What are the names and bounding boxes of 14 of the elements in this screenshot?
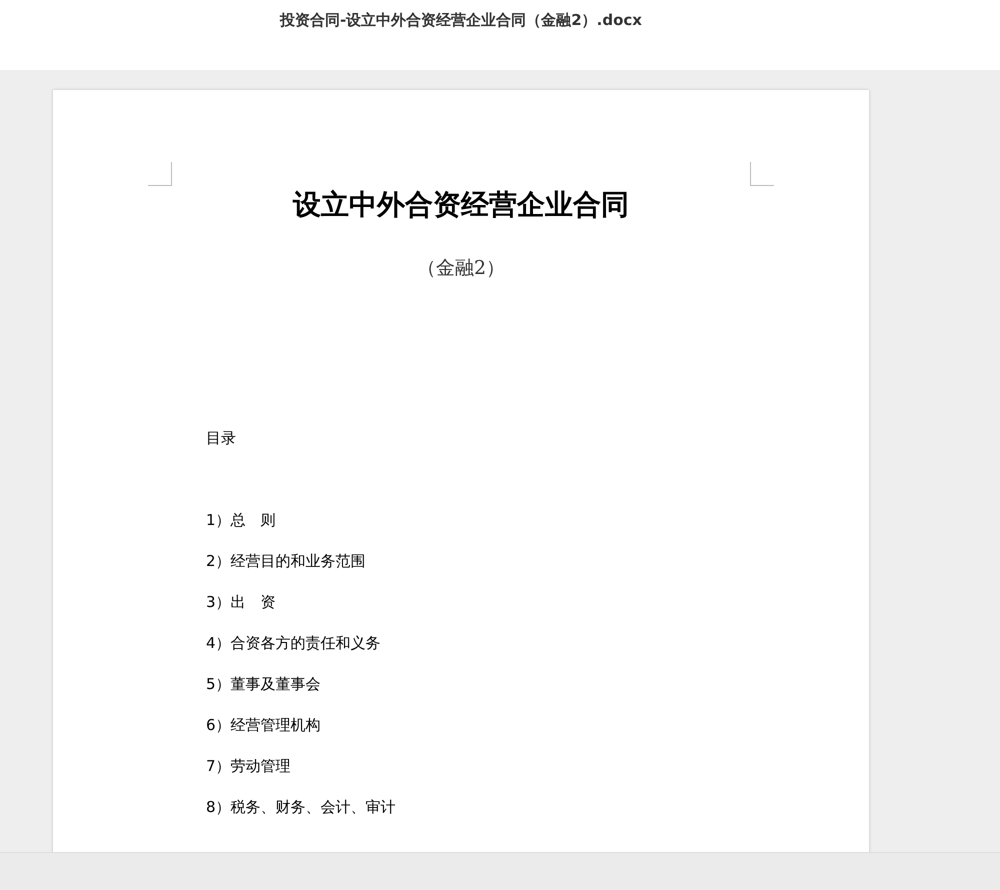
margin-corner-mark bbox=[148, 162, 172, 186]
toc-item: 5）董事及董事会 bbox=[206, 674, 322, 695]
toc-item: 1）总 则 bbox=[206, 510, 277, 531]
toc-item: 8）税务、财务、会计、审计 bbox=[206, 797, 397, 818]
margin-corner-mark bbox=[750, 162, 774, 186]
toc-item: 4）合资各方的责任和义务 bbox=[206, 633, 382, 654]
toc-item: 6）经营管理机构 bbox=[206, 715, 322, 736]
document-subtitle: （金融2） bbox=[416, 256, 506, 281]
window-title: 投资合同-设立中外合资经营企业合同（金融2）.docx bbox=[280, 10, 642, 31]
toc-item: 3）出 资 bbox=[206, 592, 277, 613]
toc-item: 7）劳动管理 bbox=[206, 756, 292, 777]
toc-heading: 目录 bbox=[206, 428, 237, 448]
toc-item: 2）经营目的和业务范围 bbox=[206, 551, 367, 572]
document-title: 设立中外合资经营企业合同 bbox=[293, 187, 629, 223]
